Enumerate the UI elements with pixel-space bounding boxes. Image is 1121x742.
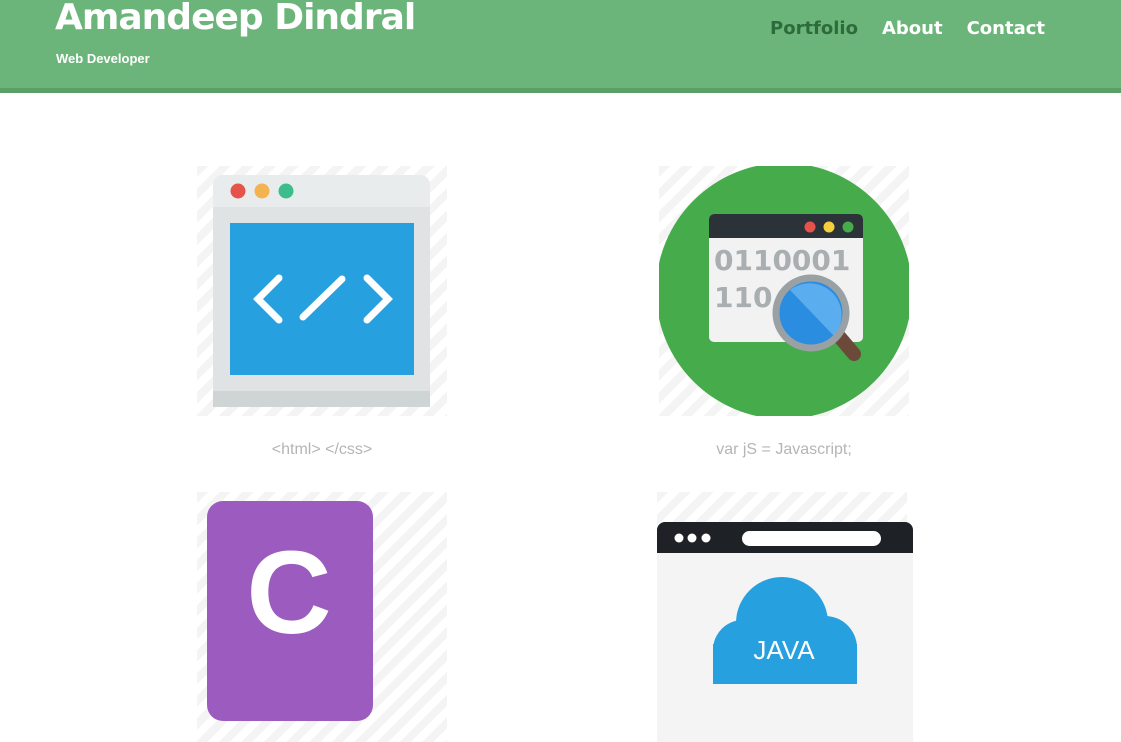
site-tagline: Web Developer: [56, 51, 150, 66]
java-cloud-icon: JAVA: [657, 522, 913, 742]
c-letter: C: [246, 527, 331, 659]
code-window-icon: [213, 175, 430, 407]
site-header: Amandeep Dindral Web Developer Portfolio…: [0, 0, 1121, 93]
nav-link-about[interactable]: About: [882, 18, 943, 39]
nav-link-contact[interactable]: Contact: [967, 18, 1045, 39]
portfolio-caption-javascript: var jS = Javascript;: [716, 441, 852, 458]
binary-line-1: 0110001: [714, 244, 850, 277]
portfolio-caption-html-css: <html> </css>: [271, 441, 373, 458]
binary-search-icon: 0110001 110: [659, 166, 909, 416]
c-language-icon: C: [207, 501, 373, 721]
java-label: JAVA: [753, 635, 815, 665]
portfolio-item-c[interactable]: C: [197, 492, 447, 742]
portfolio-item-html-css[interactable]: [197, 166, 447, 416]
portfolio-item-javascript[interactable]: 0110001 110: [659, 166, 909, 416]
portfolio-item-java[interactable]: JAVA: [657, 492, 913, 742]
binary-line-2: 110: [714, 281, 772, 314]
site-name[interactable]: Amandeep Dindral: [55, 0, 416, 38]
main-nav: Portfolio About Contact: [770, 18, 1045, 39]
nav-link-portfolio[interactable]: Portfolio: [770, 18, 858, 39]
